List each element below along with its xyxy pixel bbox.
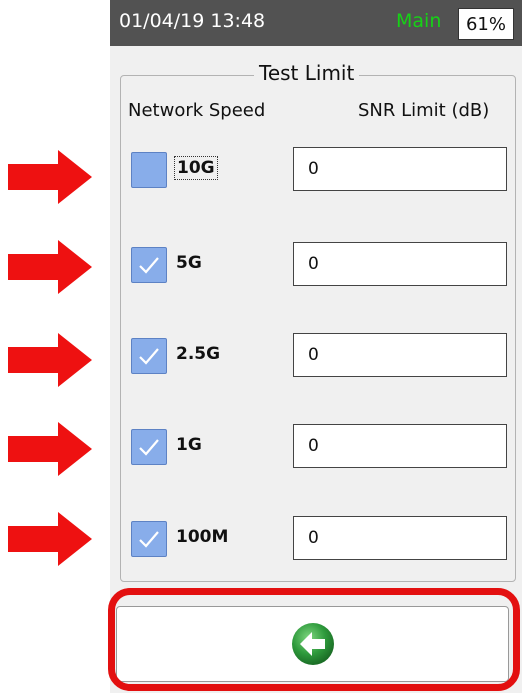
mode-indicator[interactable]: Main	[396, 10, 441, 32]
snr-limit-header: SNR Limit (dB)	[358, 100, 490, 121]
snr-input-100m[interactable]	[293, 516, 507, 560]
status-bar: 01/04/19 13:48 Main 61%	[110, 0, 522, 46]
bottom-bar	[110, 598, 522, 693]
speed-label-5g: 5G	[176, 253, 202, 273]
checkbox-10g[interactable]	[131, 152, 167, 188]
back-button[interactable]	[116, 606, 509, 682]
speed-row-5g: 5G	[110, 242, 522, 286]
checkbox-5g[interactable]	[131, 247, 167, 283]
speed-label-10g: 10G	[174, 156, 218, 180]
checkmark-icon	[139, 531, 159, 548]
snr-input-2-5g[interactable]	[293, 333, 507, 377]
speed-row-10g: 10G	[110, 147, 522, 191]
snr-input-10g[interactable]	[293, 147, 507, 191]
red-arrow-icon	[8, 512, 92, 566]
speed-label-1g: 1G	[176, 435, 202, 455]
battery-indicator: 61%	[458, 8, 514, 40]
speed-label-2-5g: 2.5G	[176, 344, 221, 364]
checkbox-1g[interactable]	[131, 429, 167, 465]
checkmark-icon	[139, 257, 159, 274]
panel-title: Test Limit	[254, 61, 360, 85]
checkbox-100m[interactable]	[131, 521, 167, 557]
checkbox-2-5g[interactable]	[131, 338, 167, 374]
snr-input-1g[interactable]	[293, 424, 507, 468]
speed-label-100m: 100M	[176, 527, 229, 547]
device-screen: 01/04/19 13:48 Main 61% Test Limit Netwo…	[110, 0, 522, 693]
speed-row-100m: 100M	[110, 516, 522, 560]
red-arrow-icon	[8, 240, 92, 294]
checkmark-icon	[139, 439, 159, 456]
snr-input-5g[interactable]	[293, 242, 507, 286]
network-speed-header: Network Speed	[128, 100, 266, 121]
red-arrow-icon	[8, 422, 92, 476]
checkmark-icon	[139, 348, 159, 365]
speed-row-1g: 1G	[110, 424, 522, 468]
speed-row-2-5g: 2.5G	[110, 333, 522, 377]
red-arrow-icon	[8, 333, 92, 387]
red-arrow-icon	[8, 150, 92, 204]
datetime: 01/04/19 13:48	[119, 10, 266, 32]
arrow-left-circle-icon	[291, 623, 334, 665]
